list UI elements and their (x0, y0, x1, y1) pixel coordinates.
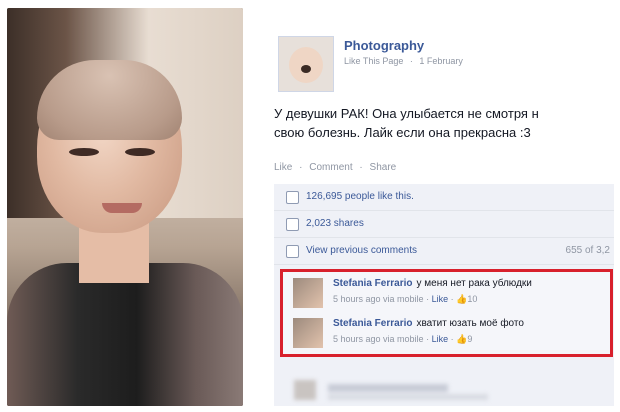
meta-separator: · (450, 334, 454, 344)
photo-panel (0, 0, 250, 412)
comment-author[interactable]: Stefania Ferrario (333, 278, 412, 289)
post-text: У девушки РАК! Она улыбается не смотря н… (274, 106, 539, 140)
comment-like-count[interactable]: 10 (467, 294, 477, 304)
blurred-avatar (294, 380, 316, 400)
blurred-meta (328, 394, 488, 400)
comment-time[interactable]: 5 hours ago via mobile (333, 294, 424, 304)
photo-shaved-hair (37, 60, 182, 140)
share-action[interactable]: Share (370, 162, 397, 173)
meta-separator: · (426, 294, 430, 304)
shares-count[interactable]: 2,023 shares (306, 218, 364, 229)
feedback-box: 126,695 people like this. 2,023 shares V… (274, 184, 614, 406)
comment-meta: 5 hours ago via mobile · Like · 👍10 (333, 294, 477, 305)
share-icon (286, 218, 299, 231)
comment: Stefania Ferrario хватит юзать моё фото 5… (289, 316, 609, 352)
post-meta: Like This Page · 1 February (344, 56, 467, 66)
comment-like-link[interactable]: Like (432, 294, 449, 304)
action-separator: · (299, 162, 303, 173)
photo-eye-right (125, 148, 155, 156)
comment-meta: 5 hours ago via mobile · Like · 👍9 (333, 334, 472, 345)
commenter-avatar[interactable] (293, 278, 323, 308)
highlighted-comments: Stefania Ferrario у меня нет рака ублюдки… (280, 269, 613, 357)
comment-like-link[interactable]: Like (432, 334, 449, 344)
comment-text: у меня нет рака ублюдки (416, 278, 532, 289)
page-name-link[interactable]: Photography (344, 38, 424, 53)
photo-mouth (102, 203, 142, 213)
post-actions: Like · Comment · Share (274, 162, 400, 173)
post-header: Photography Like This Page · 1 February (274, 32, 614, 92)
comment-author[interactable]: Stefania Ferrario (333, 318, 412, 329)
view-previous-comments[interactable]: View previous comments (306, 245, 417, 256)
likes-row[interactable]: 126,695 people like this. (274, 184, 614, 211)
comment: Stefania Ferrario у меня нет рака ублюдки… (289, 276, 609, 312)
meta-separator: · (426, 334, 430, 344)
thumbs-up-icon (286, 191, 299, 204)
commenter-avatar[interactable] (293, 318, 323, 348)
comment-body: Stefania Ferrario хватит юзать моё фото (333, 318, 524, 329)
likes-count[interactable]: 126,695 people like this. (306, 191, 414, 202)
shares-row[interactable]: 2,023 shares (274, 211, 614, 238)
blurred-comment (294, 380, 594, 400)
comment-text: хватит юзать моё фото (416, 318, 524, 329)
comment-like-count[interactable]: 9 (467, 334, 472, 344)
thumbs-up-icon: 👍 (456, 294, 468, 304)
comment-bubble-icon (286, 245, 299, 258)
like-action[interactable]: Like (274, 162, 292, 173)
action-separator: · (359, 162, 363, 173)
facebook-post: Photography Like This Page · 1 February … (258, 8, 614, 406)
like-page-link[interactable]: Like This Page (344, 56, 403, 66)
woman-photo (7, 8, 243, 406)
thumbs-up-icon: 👍 (456, 334, 468, 344)
post-date[interactable]: 1 February (419, 56, 463, 66)
comment-body: Stefania Ferrario у меня нет рака ублюдки (333, 278, 532, 289)
photo-eye-left (69, 148, 99, 156)
page-avatar[interactable] (278, 36, 334, 92)
comment-action[interactable]: Comment (309, 162, 352, 173)
comments-counter: 655 of 3,2 (565, 245, 610, 256)
comment-time[interactable]: 5 hours ago via mobile (333, 334, 424, 344)
avatar-nose (301, 65, 311, 73)
meta-separator: · (450, 294, 454, 304)
view-comments-row[interactable]: View previous comments 655 of 3,2 (274, 238, 614, 265)
photo-shirt (7, 263, 243, 406)
blurred-text (328, 384, 448, 392)
meta-separator: · (409, 56, 413, 66)
